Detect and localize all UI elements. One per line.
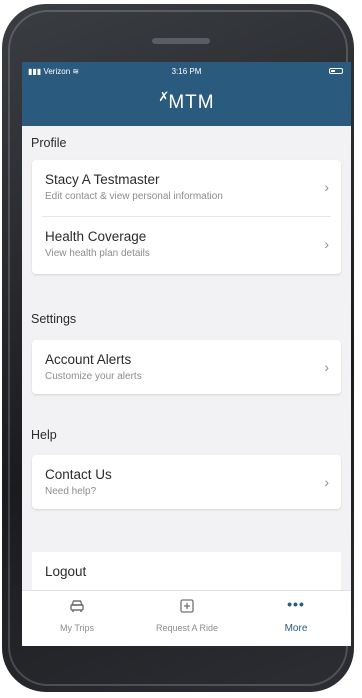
- tab-bar: My Trips Request A Ride ••• More: [22, 590, 351, 646]
- profile-item-account[interactable]: Stacy A Testmaster Edit contact & view p…: [32, 160, 341, 216]
- logout-label: Logout: [45, 564, 87, 579]
- car-icon: [22, 599, 132, 615]
- profile-card: Stacy A Testmaster Edit contact & view p…: [32, 160, 341, 274]
- battery-icon: [329, 68, 343, 74]
- settings-item-account-alerts[interactable]: Account Alerts Customize your alerts ›: [32, 340, 341, 394]
- health-coverage-title: Health Coverage: [45, 229, 147, 244]
- tab-my-trips[interactable]: My Trips: [22, 591, 132, 646]
- tab-request-a-ride[interactable]: Request A Ride: [132, 591, 242, 646]
- profile-item-health-coverage[interactable]: Health Coverage View health plan details…: [32, 217, 341, 273]
- chevron-right-icon: ›: [324, 179, 329, 195]
- status-bar: ▮▮▮ Verizon ≋ 3:16 PM: [22, 62, 351, 82]
- section-title-settings: Settings: [31, 312, 77, 326]
- logout-button[interactable]: Logout: [32, 552, 341, 592]
- tab-label: My Trips: [59, 623, 94, 633]
- phone-frame: ▮▮▮ Verizon ≋ 3:16 PM ✗MTM Profile Stacy…: [2, 4, 354, 692]
- more-dots-icon: •••: [287, 596, 305, 612]
- chevron-right-icon: ›: [324, 236, 329, 252]
- logo-text: MTM: [168, 92, 215, 113]
- tab-label: Request A Ride: [155, 623, 219, 633]
- profile-name: Stacy A Testmaster: [45, 172, 160, 187]
- section-title-profile: Profile: [31, 136, 67, 150]
- help-item-contact-us[interactable]: Contact Us Need help? ›: [32, 455, 341, 509]
- plus-square-icon: [132, 599, 242, 615]
- tab-label: More: [284, 623, 308, 634]
- logo-mark-icon: ✗: [158, 89, 171, 104]
- profile-name-subtitle: Edit contact & view personal information: [45, 191, 223, 202]
- contact-us-title: Contact Us: [45, 467, 112, 482]
- account-alerts-title: Account Alerts: [45, 352, 132, 367]
- contact-us-subtitle: Need help?: [45, 486, 97, 497]
- tab-more[interactable]: ••• More: [241, 591, 351, 646]
- app-screen: ▮▮▮ Verizon ≋ 3:16 PM ✗MTM Profile Stacy…: [22, 62, 351, 646]
- status-time: 3:16 PM: [171, 67, 202, 76]
- chevron-right-icon: ›: [324, 474, 329, 490]
- account-alerts-subtitle: Customize your alerts: [45, 371, 142, 382]
- phone-speaker: [152, 38, 210, 44]
- app-logo: ✗MTM: [22, 89, 351, 114]
- section-title-help: Help: [31, 428, 57, 442]
- chevron-right-icon: ›: [324, 359, 329, 375]
- app-header: ✗MTM: [22, 82, 351, 126]
- health-coverage-subtitle: View health plan details: [45, 248, 150, 259]
